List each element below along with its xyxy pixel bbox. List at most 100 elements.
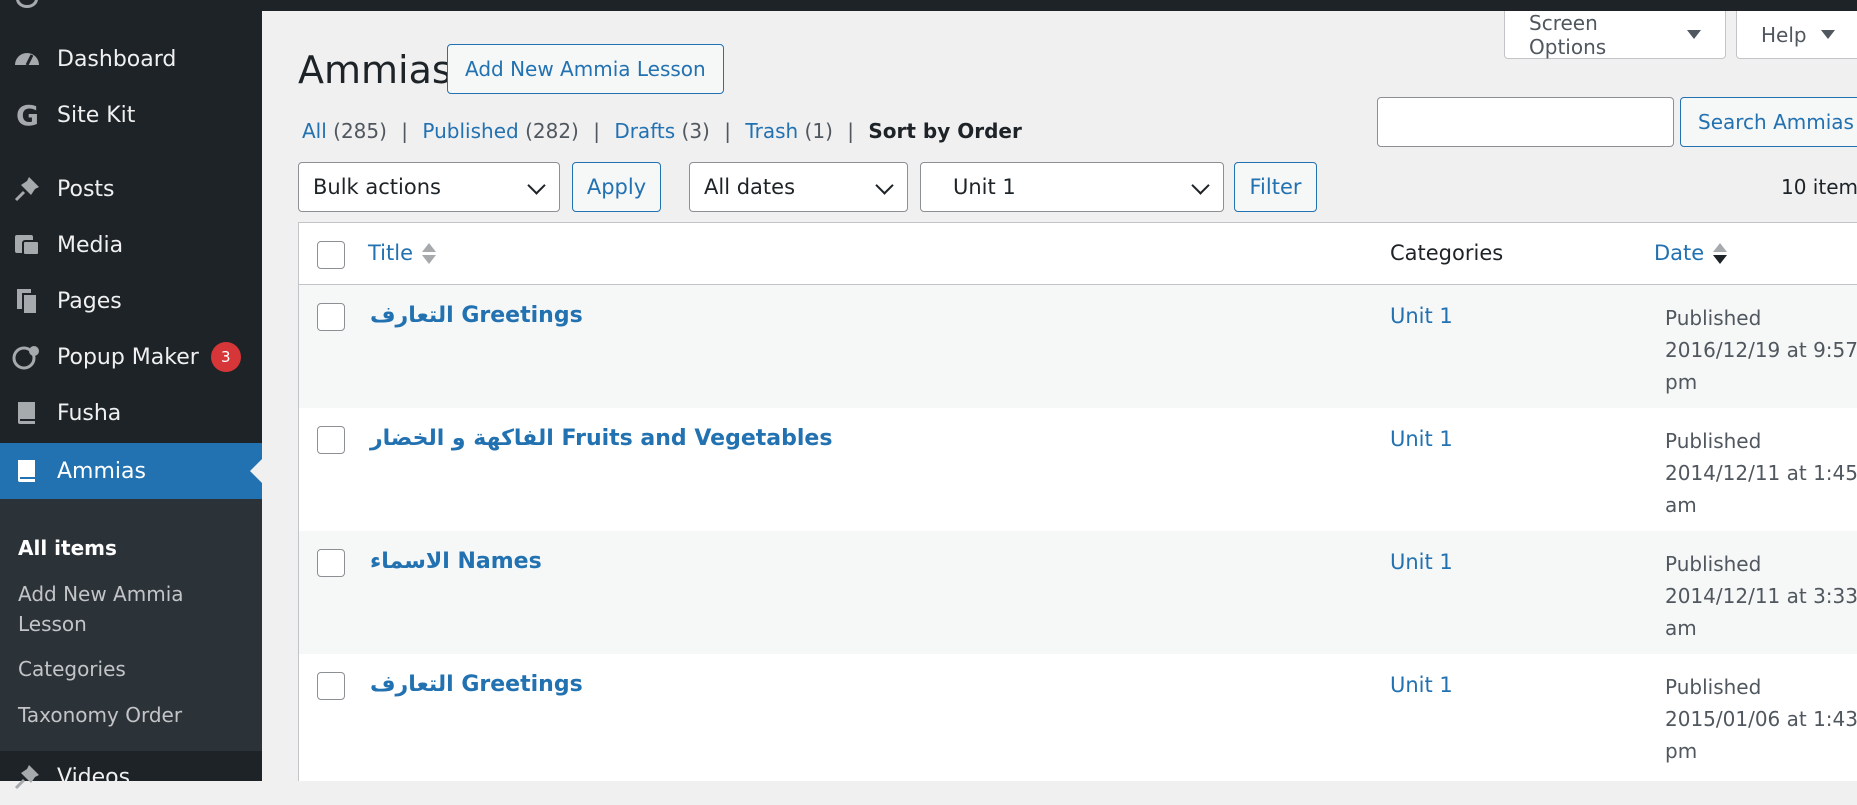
date-cell: Published 2014/12/11 at 3:33 am — [1665, 548, 1857, 644]
bulk-actions-select[interactable]: Bulk actions — [298, 162, 560, 212]
separator: | — [847, 119, 854, 143]
page-title: Ammias — [298, 48, 452, 92]
chevron-down-icon — [527, 176, 546, 195]
column-title-sort[interactable]: Title — [368, 241, 437, 265]
post-status: Published — [1665, 675, 1762, 699]
separator: | — [593, 119, 600, 143]
main-content: Screen Options Help Ammias Add New Ammia… — [262, 11, 1857, 781]
separator: | — [401, 119, 409, 143]
menu-item-popup-maker[interactable]: Popup Maker 3 — [0, 329, 262, 385]
menu-label: Videos — [57, 764, 131, 790]
column-categories: Categories — [1390, 241, 1504, 265]
posts-table: Title Categories Date التعارف Greetings … — [298, 222, 1857, 781]
menu-item-media[interactable]: Media — [0, 217, 262, 273]
ammias-submenu: All items Add New Ammia Lesson Categorie… — [0, 499, 262, 751]
view-filters: All (285) | Published (282) | Drafts (3)… — [302, 119, 1022, 143]
wordpress-logo-icon[interactable] — [16, 0, 38, 8]
table-row: التعارف Greetings Unit 1 Published 2015/… — [299, 654, 1857, 777]
table-row: التعارف Greetings Unit 1 Published 2016/… — [299, 285, 1857, 408]
menu-item-fusha[interactable]: Fusha — [0, 385, 262, 441]
menu-item-videos[interactable]: Videos — [0, 749, 262, 805]
book-icon — [12, 398, 42, 428]
category-link[interactable]: Unit 1 — [1390, 673, 1453, 697]
post-title-link[interactable]: التعارف Greetings — [370, 303, 583, 328]
date-cell: Published 2015/01/06 at 1:43 pm — [1665, 671, 1857, 767]
category-link[interactable]: Unit 1 — [1390, 304, 1453, 328]
popup-maker-icon — [12, 342, 42, 372]
select-all-checkbox[interactable] — [317, 241, 345, 269]
search-input[interactable] — [1377, 97, 1674, 147]
menu-item-pages[interactable]: Pages — [0, 273, 262, 329]
dates-select[interactable]: All dates — [689, 162, 908, 212]
admin-bar — [0, 0, 1857, 11]
post-status: Published — [1665, 552, 1762, 576]
table-row: الفاكهة و الخضار Fruits and Vegetables U… — [299, 408, 1857, 531]
menu-label: Site Kit — [57, 102, 136, 128]
dates-value: All dates — [704, 175, 796, 199]
post-title-link[interactable]: التعارف Greetings — [370, 672, 583, 697]
post-date: 2015/01/06 at 1:43 pm — [1665, 707, 1857, 763]
help-button[interactable]: Help — [1736, 11, 1857, 59]
date-cell: Published 2014/12/11 at 1:45 am — [1665, 425, 1857, 521]
bulk-actions-value: Bulk actions — [313, 175, 441, 199]
menu-label: Pages — [57, 288, 122, 314]
view-published-link[interactable]: Published (282) — [422, 119, 578, 143]
site-kit-icon: G — [12, 100, 42, 130]
chevron-down-icon — [875, 176, 894, 195]
menu-item-posts[interactable]: Posts — [0, 161, 262, 217]
post-status: Published — [1665, 306, 1762, 330]
screen-options-label: Screen Options — [1529, 10, 1607, 59]
sort-arrows-icon — [1713, 242, 1728, 264]
category-select[interactable]: Unit 1 — [920, 162, 1224, 212]
notification-badge: 3 — [210, 342, 241, 372]
row-checkbox[interactable] — [317, 426, 345, 454]
sort-arrows-icon — [422, 242, 437, 264]
menu-label: Ammias — [57, 458, 146, 484]
view-all-link[interactable]: All (285) — [302, 119, 387, 143]
menu-label: Popup Maker — [57, 344, 199, 370]
date-cell: Published 2016/12/19 at 9:57 pm — [1665, 302, 1857, 398]
category-value: Unit 1 — [953, 175, 1016, 199]
chevron-down-icon — [1191, 176, 1210, 195]
menu-label: Fusha — [57, 400, 122, 426]
search-ammias-button[interactable]: Search Ammias — [1680, 97, 1857, 147]
row-checkbox[interactable] — [317, 549, 345, 577]
table-header: Title Categories Date — [299, 223, 1857, 285]
category-link[interactable]: Unit 1 — [1390, 550, 1453, 574]
post-title-link[interactable]: الاسماء Names — [370, 549, 542, 574]
submenu-add-new-ammia-lesson[interactable]: Add New Ammia Lesson — [18, 579, 238, 639]
caret-down-icon — [1820, 30, 1835, 39]
table-row: الاسماء Names Unit 1 Published 2014/12/1… — [299, 531, 1857, 654]
add-new-ammia-lesson-button[interactable]: Add New Ammia Lesson — [447, 44, 724, 94]
apply-button[interactable]: Apply — [572, 162, 661, 212]
menu-label: Media — [57, 232, 124, 258]
menu-label: Posts — [57, 176, 115, 202]
view-drafts-link[interactable]: Drafts (3) — [614, 119, 710, 143]
dashboard-icon — [12, 44, 42, 74]
book-icon — [12, 456, 42, 486]
submenu-taxonomy-order[interactable]: Taxonomy Order — [18, 700, 238, 730]
view-sort-by-order[interactable]: Sort by Order — [868, 119, 1021, 143]
help-label: Help — [1761, 22, 1807, 47]
media-icon — [12, 230, 42, 260]
pages-icon — [12, 286, 42, 316]
row-checkbox[interactable] — [317, 303, 345, 331]
menu-item-ammias[interactable]: Ammias — [0, 443, 262, 499]
post-date: 2014/12/11 at 1:45 am — [1665, 461, 1857, 517]
svg-text:G: G — [16, 101, 39, 129]
menu-item-site-kit[interactable]: G Site Kit — [0, 87, 262, 143]
filter-button[interactable]: Filter — [1234, 162, 1317, 212]
row-checkbox[interactable] — [317, 672, 345, 700]
screen-options-button[interactable]: Screen Options — [1504, 11, 1726, 59]
post-title-link[interactable]: الفاكهة و الخضار Fruits and Vegetables — [370, 426, 832, 451]
column-date-sort[interactable]: Date — [1654, 241, 1728, 265]
category-link[interactable]: Unit 1 — [1390, 427, 1453, 451]
separator: | — [724, 119, 731, 143]
post-date: 2016/12/19 at 9:57 pm — [1665, 338, 1857, 394]
menu-item-dashboard[interactable]: Dashboard — [0, 31, 262, 87]
pushpin-icon — [12, 762, 42, 792]
view-trash-link[interactable]: Trash (1) — [745, 119, 833, 143]
post-status: Published — [1665, 429, 1762, 453]
submenu-all-items[interactable]: All items — [18, 533, 238, 563]
submenu-categories[interactable]: Categories — [18, 654, 238, 684]
